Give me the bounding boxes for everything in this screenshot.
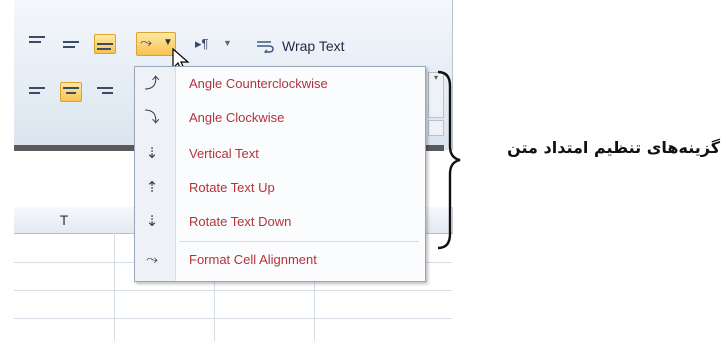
indent-button[interactable]: ▸¶ ▼ (190, 34, 236, 54)
align-center-button[interactable] (60, 82, 82, 102)
chevron-down-icon: ▼ (163, 37, 173, 48)
rotate-text-down-icon: ⇣ (145, 213, 159, 230)
orientation-menu: ⤴ Angle Counterclockwise ⤵ Angle Clockwi… (134, 66, 426, 282)
grid-col-line (114, 233, 115, 341)
vertical-text-icon: ⇣ (145, 145, 159, 162)
align-bottom-button[interactable] (94, 34, 116, 54)
menu-item-format-cell-alignment[interactable]: ⤳ Format Cell Alignment (135, 245, 425, 275)
menu-item-label: Format Cell Alignment (189, 252, 317, 267)
wrap-text-label: Wrap Text (282, 38, 345, 54)
align-left-button[interactable] (26, 82, 48, 102)
angle-counterclockwise-icon: ⤴ (144, 75, 160, 92)
align-middle-button[interactable] (60, 34, 82, 54)
menu-item-angle-counterclockwise[interactable]: ⤴ Angle Counterclockwise (135, 69, 425, 99)
wrap-text-button[interactable]: Wrap Text (256, 34, 384, 58)
annotation-label: گزینه‌های تنظیم امتداد متن (507, 138, 720, 157)
menu-separator (179, 241, 419, 242)
menu-item-label: Vertical Text (189, 146, 259, 161)
grid-row-line (14, 318, 452, 319)
chevron-down-icon: ▼ (223, 38, 232, 48)
rotate-text-up-icon: ⇡ (145, 179, 159, 196)
curly-brace (437, 70, 461, 250)
angle-text-icon: ⤳ (140, 34, 153, 51)
indent-icon: ▸¶ (195, 36, 209, 51)
menu-item-label: Angle Clockwise (189, 110, 285, 125)
menu-item-angle-clockwise[interactable]: ⤵ Angle Clockwise (135, 103, 425, 133)
grid-row-line (14, 290, 452, 291)
menu-item-vertical-text[interactable]: ⇣ Vertical Text (135, 139, 425, 169)
format-cell-alignment-icon: ⤳ (145, 251, 158, 268)
menu-item-rotate-text-up[interactable]: ⇡ Rotate Text Up (135, 173, 425, 203)
menu-item-rotate-text-down[interactable]: ⇣ Rotate Text Down (135, 207, 425, 237)
orientation-button[interactable]: ⤳ ▼ (136, 32, 176, 56)
wrap-text-icon (256, 39, 276, 55)
align-top-button[interactable] (26, 32, 48, 52)
angle-clockwise-icon: ⤵ (144, 109, 160, 126)
column-header-t[interactable]: T (14, 207, 115, 234)
menu-item-label: Rotate Text Down (189, 214, 292, 229)
menu-item-label: Rotate Text Up (189, 180, 275, 195)
menu-item-label: Angle Counterclockwise (189, 76, 328, 91)
align-right-button[interactable] (94, 82, 116, 102)
